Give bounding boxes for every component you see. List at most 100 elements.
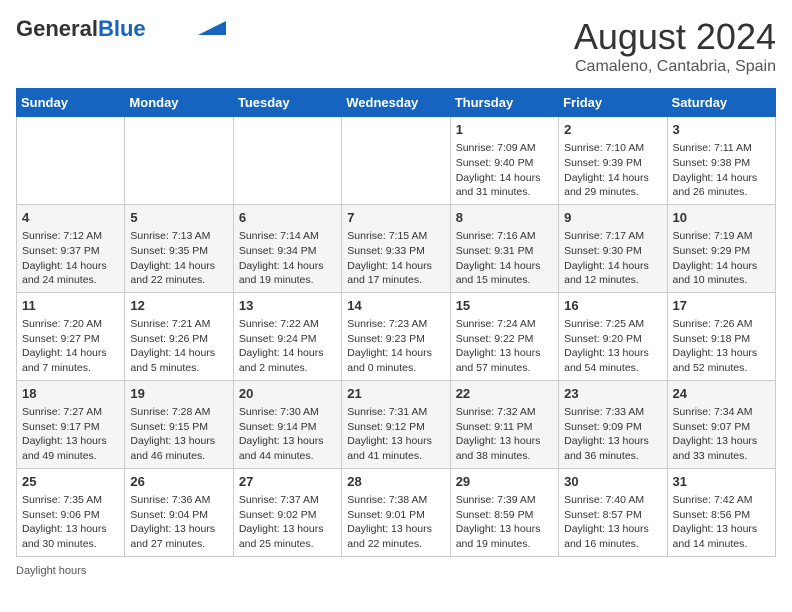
sunrise-text: Sunrise: 7:37 AM xyxy=(239,493,336,508)
sunset-text: Sunset: 8:56 PM xyxy=(673,508,770,523)
weekday-header: Monday xyxy=(125,89,233,117)
sunrise-text: Sunrise: 7:39 AM xyxy=(456,493,553,508)
sunset-text: Sunset: 9:06 PM xyxy=(22,508,119,523)
calendar-cell: 29Sunrise: 7:39 AMSunset: 8:59 PMDayligh… xyxy=(450,468,558,556)
day-number: 19 xyxy=(130,385,227,403)
day-number: 22 xyxy=(456,385,553,403)
sunset-text: Sunset: 9:40 PM xyxy=(456,156,553,171)
sunset-text: Sunset: 9:01 PM xyxy=(347,508,444,523)
day-number: 30 xyxy=(564,473,661,491)
weekday-header: Thursday xyxy=(450,89,558,117)
sunrise-text: Sunrise: 7:09 AM xyxy=(456,141,553,156)
daylight-text: Daylight: 14 hours and 29 minutes. xyxy=(564,171,661,200)
day-number: 10 xyxy=(673,209,770,227)
calendar-cell: 23Sunrise: 7:33 AMSunset: 9:09 PMDayligh… xyxy=(559,380,667,468)
calendar-cell: 24Sunrise: 7:34 AMSunset: 9:07 PMDayligh… xyxy=(667,380,775,468)
sunset-text: Sunset: 9:14 PM xyxy=(239,420,336,435)
sunset-text: Sunset: 8:57 PM xyxy=(564,508,661,523)
sunset-text: Sunset: 9:22 PM xyxy=(456,332,553,347)
daylight-text: Daylight: 13 hours and 57 minutes. xyxy=(456,346,553,375)
daylight-text: Daylight: 13 hours and 46 minutes. xyxy=(130,434,227,463)
calendar-cell: 12Sunrise: 7:21 AMSunset: 9:26 PMDayligh… xyxy=(125,292,233,380)
calendar-cell: 15Sunrise: 7:24 AMSunset: 9:22 PMDayligh… xyxy=(450,292,558,380)
calendar-cell xyxy=(233,117,341,205)
daylight-text: Daylight: 13 hours and 27 minutes. xyxy=(130,522,227,551)
day-number: 9 xyxy=(564,209,661,227)
calendar-cell: 30 Sunrise: 7:40 AMSunset: 8:57 PMDayligh… xyxy=(559,468,667,556)
sunset-text: Sunset: 9:39 PM xyxy=(564,156,661,171)
daylight-text: Daylight: 13 hours and 41 minutes. xyxy=(347,434,444,463)
day-number: 11 xyxy=(22,297,119,315)
calendar-cell: 5Sunrise: 7:13 AMSunset: 9:35 PMDaylight… xyxy=(125,204,233,292)
sunrise-text: Sunrise: 7:38 AM xyxy=(347,493,444,508)
sunrise-text: Sunrise: 7:23 AM xyxy=(347,317,444,332)
sunset-text: Sunset: 9:35 PM xyxy=(130,244,227,259)
day-number: 28 xyxy=(347,473,444,491)
sunrise-text: Sunrise: 7:42 AM xyxy=(673,493,770,508)
calendar-week-row: 18Sunrise: 7:27 AMSunset: 9:17 PMDayligh… xyxy=(17,380,776,468)
day-number: 14 xyxy=(347,297,444,315)
calendar-cell: 20Sunrise: 7:30 AMSunset: 9:14 PMDayligh… xyxy=(233,380,341,468)
daylight-text: Daylight: 13 hours and 22 minutes. xyxy=(347,522,444,551)
sunrise-text: Sunrise: 7:22 AM xyxy=(239,317,336,332)
daylight-text: Daylight: 13 hours and 38 minutes. xyxy=(456,434,553,463)
sunrise-text: Sunrise: 7:40 AM xyxy=(564,493,661,508)
day-number: 1 xyxy=(456,121,553,139)
sunrise-text: Sunrise: 7:16 AM xyxy=(456,229,553,244)
daylight-text: Daylight: 14 hours and 17 minutes. xyxy=(347,259,444,288)
sunset-text: Sunset: 9:31 PM xyxy=(456,244,553,259)
header: General Blue August 2024 Camaleno, Canta… xyxy=(16,16,776,76)
sunrise-text: Sunrise: 7:31 AM xyxy=(347,405,444,420)
daylight-hours-label: Daylight hours xyxy=(16,565,86,577)
day-number: 3 xyxy=(673,121,770,139)
calendar-cell: 17Sunrise: 7:26 AMSunset: 9:18 PMDayligh… xyxy=(667,292,775,380)
day-number: 6 xyxy=(239,209,336,227)
day-number: 16 xyxy=(564,297,661,315)
sunrise-text: Sunrise: 7:14 AM xyxy=(239,229,336,244)
logo: General Blue xyxy=(16,16,226,42)
daylight-text: Daylight: 14 hours and 19 minutes. xyxy=(239,259,336,288)
calendar-cell: 13Sunrise: 7:22 AMSunset: 9:24 PMDayligh… xyxy=(233,292,341,380)
calendar-cell: 22Sunrise: 7:32 AMSunset: 9:11 PMDayligh… xyxy=(450,380,558,468)
calendar-cell: 7Sunrise: 7:15 AMSunset: 9:33 PMDaylight… xyxy=(342,204,450,292)
day-number: 31 xyxy=(673,473,770,491)
calendar-cell: 11Sunrise: 7:20 AMSunset: 9:27 PMDayligh… xyxy=(17,292,125,380)
sunset-text: Sunset: 9:07 PM xyxy=(673,420,770,435)
calendar-cell: 27Sunrise: 7:37 AMSunset: 9:02 PMDayligh… xyxy=(233,468,341,556)
day-number: 8 xyxy=(456,209,553,227)
calendar-week-row: 25Sunrise: 7:35 AMSunset: 9:06 PMDayligh… xyxy=(17,468,776,556)
title-area: August 2024 Camaleno, Cantabria, Spain xyxy=(574,16,776,76)
day-number: 24 xyxy=(673,385,770,403)
day-number: 23 xyxy=(564,385,661,403)
day-number: 13 xyxy=(239,297,336,315)
calendar-cell: 2Sunrise: 7:10 AMSunset: 9:39 PMDaylight… xyxy=(559,117,667,205)
sunset-text: Sunset: 9:04 PM xyxy=(130,508,227,523)
sunrise-text: Sunrise: 7:26 AM xyxy=(673,317,770,332)
logo-icon xyxy=(198,21,226,35)
sunrise-text: Sunrise: 7:27 AM xyxy=(22,405,119,420)
sunset-text: Sunset: 9:26 PM xyxy=(130,332,227,347)
sunrise-text: Sunrise: 7:34 AM xyxy=(673,405,770,420)
day-number: 12 xyxy=(130,297,227,315)
month-year: August 2024 xyxy=(574,16,776,58)
sunrise-text: Sunrise: 7:20 AM xyxy=(22,317,119,332)
day-number: 21 xyxy=(347,385,444,403)
calendar-cell: 10Sunrise: 7:19 AMSunset: 9:29 PMDayligh… xyxy=(667,204,775,292)
daylight-text: Daylight: 14 hours and 2 minutes. xyxy=(239,346,336,375)
sunset-text: Sunset: 9:27 PM xyxy=(22,332,119,347)
sunset-text: Sunset: 9:33 PM xyxy=(347,244,444,259)
calendar-cell: 6Sunrise: 7:14 AMSunset: 9:34 PMDaylight… xyxy=(233,204,341,292)
daylight-text: Daylight: 13 hours and 44 minutes. xyxy=(239,434,336,463)
calendar-table: SundayMondayTuesdayWednesdayThursdayFrid… xyxy=(16,88,776,557)
daylight-text: Daylight: 14 hours and 22 minutes. xyxy=(130,259,227,288)
sunrise-text: Sunrise: 7:35 AM xyxy=(22,493,119,508)
daylight-text: Daylight: 13 hours and 16 minutes. xyxy=(564,522,661,551)
calendar-cell: 18Sunrise: 7:27 AMSunset: 9:17 PMDayligh… xyxy=(17,380,125,468)
day-number: 26 xyxy=(130,473,227,491)
day-number: 17 xyxy=(673,297,770,315)
footer-note: Daylight hours xyxy=(16,565,776,577)
day-number: 27 xyxy=(239,473,336,491)
sunset-text: Sunset: 9:23 PM xyxy=(347,332,444,347)
sunrise-text: Sunrise: 7:32 AM xyxy=(456,405,553,420)
sunrise-text: Sunrise: 7:30 AM xyxy=(239,405,336,420)
